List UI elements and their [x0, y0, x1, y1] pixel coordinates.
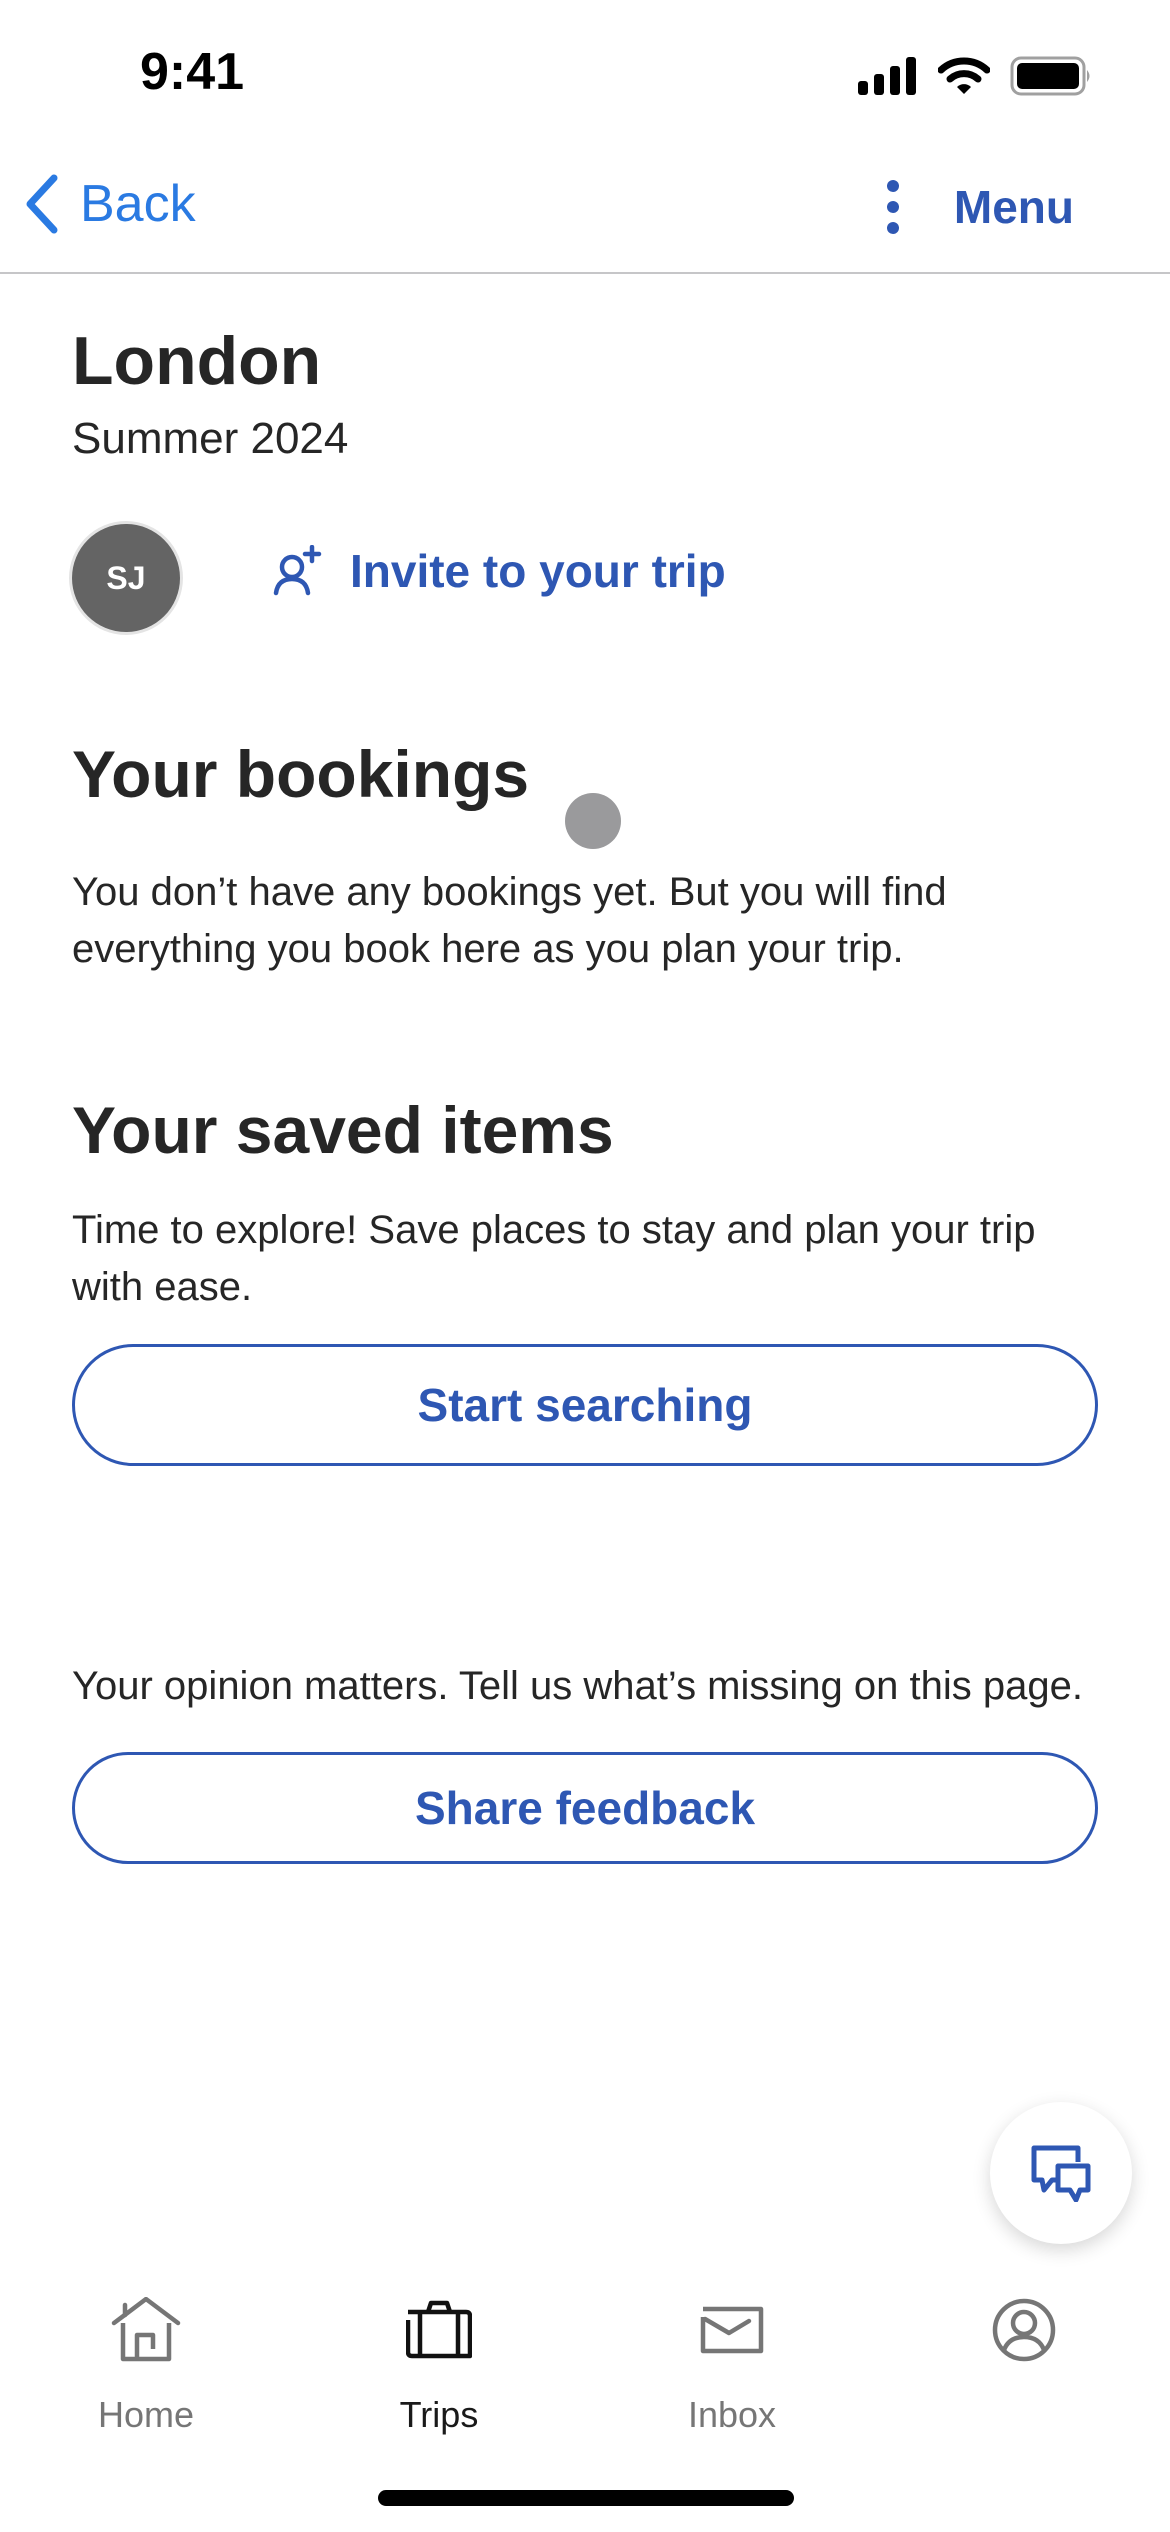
bookings-heading: Your bookings	[72, 737, 530, 811]
more-vertical-icon	[886, 180, 899, 234]
feedback-text: Your opinion matters. Tell us what’s mis…	[72, 1664, 1083, 1708]
tab-inbox[interactable]: Inbox	[632, 2290, 832, 2436]
tab-home-label: Home	[97, 2394, 195, 2435]
back-button[interactable]: Back	[24, 174, 196, 234]
tab-profile[interactable]	[924, 2290, 1124, 2394]
menu-button[interactable]: Menu	[886, 180, 1074, 234]
bookings-empty-text: You don’t have any bookings yet. But you…	[72, 870, 947, 971]
back-label: Back	[80, 175, 196, 233]
suitcase-icon	[406, 2300, 472, 2359]
start-searching-button[interactable]: Start searching	[72, 1344, 1098, 1466]
chat-bubbles-icon	[1031, 2145, 1091, 2202]
chat-button[interactable]	[990, 2102, 1132, 2244]
avatar-initials: SJ	[106, 559, 146, 596]
status-bar: 9:41	[0, 0, 1170, 150]
touch-indicator	[565, 793, 621, 849]
tab-inbox-label: Inbox	[687, 2394, 777, 2435]
home-icon	[111, 2297, 181, 2362]
status-time: 9:41	[140, 43, 245, 101]
menu-label: Menu	[953, 181, 1074, 233]
home-indicator	[378, 2490, 794, 2506]
tab-home[interactable]: Home	[46, 2290, 246, 2436]
cellular-signal-icon	[858, 57, 916, 95]
avatar[interactable]: SJ	[72, 524, 180, 632]
add-person-icon	[273, 545, 322, 596]
tab-trips[interactable]: Trips	[339, 2290, 539, 2436]
trip-title: London	[72, 323, 322, 399]
battery-icon	[1010, 56, 1090, 96]
saved-items-text: Time to explore! Save places to stay and…	[72, 1208, 1036, 1309]
tab-bar: Home Trips Inbox	[0, 2280, 1170, 2450]
invite-to-trip-button[interactable]: Invite to your trip	[272, 544, 726, 598]
chevron-left-icon	[26, 174, 58, 234]
invite-label: Invite to your trip	[350, 545, 726, 597]
navigation-bar: Back Menu	[0, 150, 1170, 274]
tab-trips-label: Trips	[399, 2394, 479, 2435]
profile-icon	[992, 2298, 1056, 2362]
mail-icon	[700, 2306, 764, 2354]
share-feedback-button[interactable]: Share feedback	[72, 1752, 1098, 1864]
saved-items-heading: Your saved items	[72, 1093, 614, 1167]
trip-subtitle: Summer 2024	[72, 414, 349, 463]
wifi-icon	[938, 57, 990, 94]
status-icons	[858, 56, 1092, 96]
